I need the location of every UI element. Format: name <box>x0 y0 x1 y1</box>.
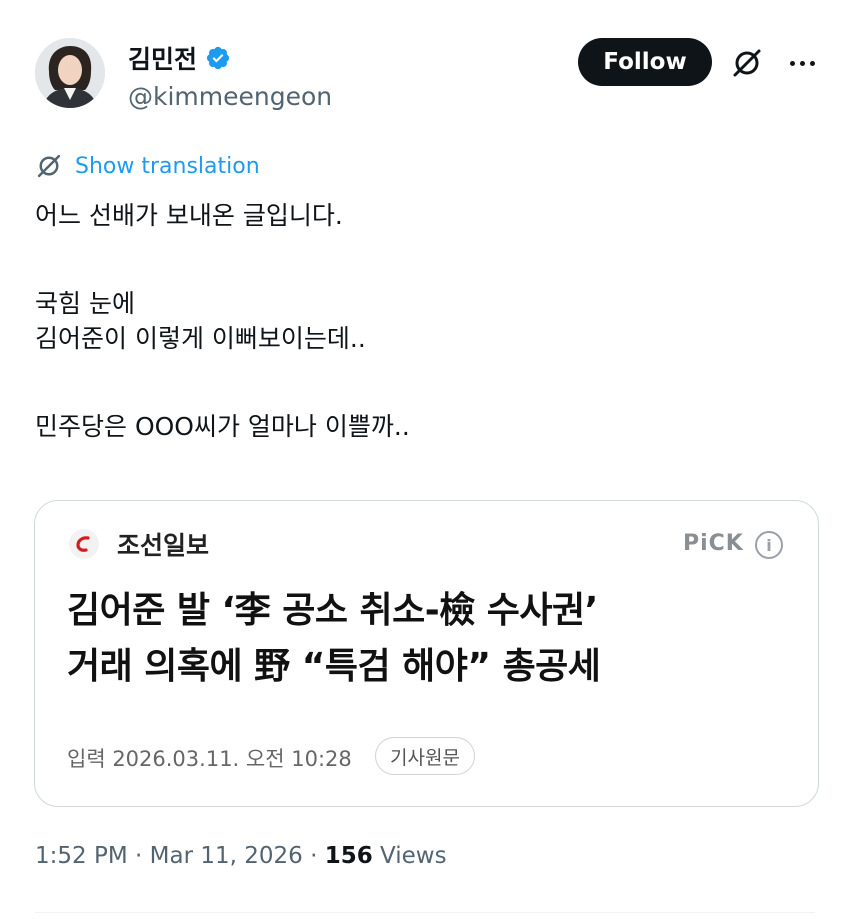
more-icon <box>789 60 795 66</box>
tweet-time[interactable]: 1:52 PM <box>35 843 128 869</box>
tweet-line: 민주당은 OOO씨가 얼마나 이쁠까.. <box>35 412 410 441</box>
follow-button[interactable]: Follow <box>578 38 712 86</box>
user-handle[interactable]: @kimmeengeon <box>128 82 332 111</box>
source-name: 조선일보 <box>117 531 210 560</box>
show-translation-link[interactable]: Show translation <box>75 154 260 179</box>
verified-badge-icon[interactable] <box>205 45 231 71</box>
tweet-date[interactable]: Mar 11, 2026 <box>150 843 303 869</box>
link-preview-card[interactable]: 조선일보 PiCK i 김어준 발 ‘李 공소 취소-檢 수사권’ 거래 의혹에… <box>34 500 819 807</box>
profile-avatar[interactable] <box>35 38 105 108</box>
headline-line: 거래 의혹에 野 “특검 해야” 총공세 <box>67 646 601 687</box>
views-count: 156 <box>324 843 373 869</box>
article-date: 입력 2026.03.11. 오전 10:28 <box>67 747 352 771</box>
name-row: 김민전 <box>128 40 231 76</box>
tweet-line: 어느 선배가 보내온 글입니다. <box>35 201 343 230</box>
meta-separator: · <box>302 843 325 869</box>
tweet-text: 어느 선배가 보내온 글입니다. 국힘 눈에 김어준이 이렇게 이뻐보이는데..… <box>35 198 815 444</box>
display-name[interactable]: 김민전 <box>128 40 197 76</box>
card-headline: 김어준 발 ‘李 공소 취소-檢 수사권’ 거래 의혹에 野 “특검 해야” 총… <box>67 583 807 695</box>
meta-separator: · <box>127 843 150 869</box>
more-icon-dot <box>809 60 815 66</box>
more-icon-dot <box>799 60 805 66</box>
info-icon[interactable]: i <box>755 531 783 559</box>
show-translation[interactable]: Show translation <box>35 152 260 180</box>
divider <box>35 912 815 913</box>
tweet-header: 김민전 @kimmeengeon Follow <box>0 0 850 140</box>
tweet-line: 김어준이 이렇게 이뻐보이는데.. <box>35 324 366 353</box>
grok-button[interactable] <box>728 44 766 82</box>
tweet-meta: 1:52 PM · Mar 11, 2026 · 156 Views <box>35 843 447 869</box>
grok-icon <box>733 49 761 77</box>
views-label: Views <box>380 843 447 869</box>
source-logo-icon <box>69 529 99 559</box>
avatar-image <box>35 38 105 108</box>
headline-line: 김어준 발 ‘李 공소 취소-檢 수사권’ <box>67 590 598 631</box>
pick-badge: PiCK <box>683 531 744 556</box>
translate-icon <box>37 154 61 178</box>
tweet-line: 국힘 눈에 <box>35 289 135 318</box>
original-article-button[interactable]: 기사원문 <box>375 737 475 775</box>
more-options-button[interactable] <box>782 44 822 82</box>
